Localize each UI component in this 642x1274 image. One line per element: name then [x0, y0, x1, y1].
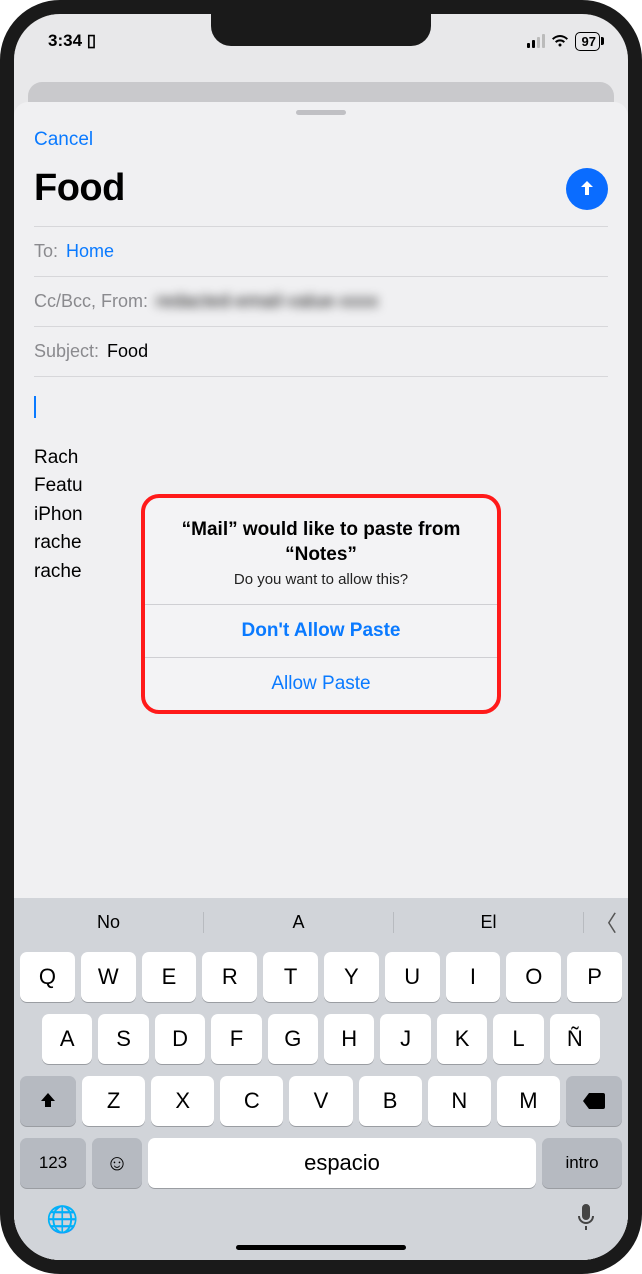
paste-permission-alert: “Mail” would like to paste from “Notes” … — [141, 494, 501, 714]
phone-frame: 3:34 ▯ 97 Cancel Food — [0, 0, 642, 1274]
alert-title: “Mail” would like to paste from “Notes” — [163, 518, 479, 567]
dont-allow-button[interactable]: Don't Allow Paste — [145, 604, 497, 657]
allow-button[interactable]: Allow Paste — [145, 657, 497, 710]
battery-icon: 97 — [575, 32, 600, 51]
cell-signal-icon — [527, 34, 545, 48]
wifi-icon — [551, 34, 569, 48]
notch — [211, 14, 431, 46]
alert-message: Do you want to allow this? — [163, 571, 479, 588]
status-time: 3:34 ▯ — [48, 31, 92, 51]
